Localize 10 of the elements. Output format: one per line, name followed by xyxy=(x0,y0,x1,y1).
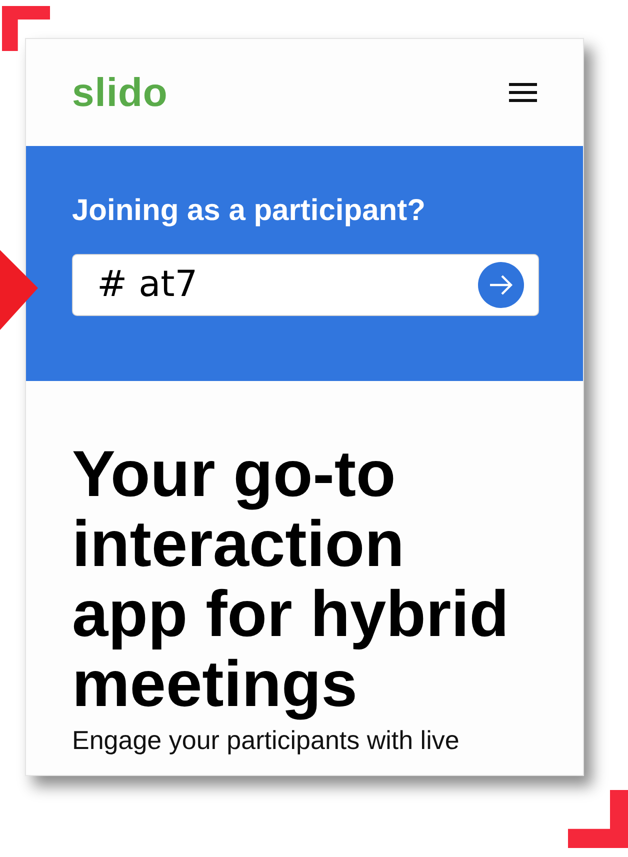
event-code-field[interactable]: # at7 xyxy=(72,254,539,316)
corner-mark xyxy=(568,790,628,848)
arrow-icon xyxy=(0,250,38,330)
arrow-right-icon xyxy=(488,274,514,296)
hero-headline: Your go-to interaction app for hybrid meetings xyxy=(72,439,510,719)
hero-intro-text: Engage your participants with live xyxy=(72,725,460,755)
event-code-input[interactable]: # at7 xyxy=(97,258,470,312)
submit-button[interactable] xyxy=(478,262,524,308)
join-heading: Joining as a participant? xyxy=(72,193,426,229)
menu-icon[interactable] xyxy=(509,82,537,102)
